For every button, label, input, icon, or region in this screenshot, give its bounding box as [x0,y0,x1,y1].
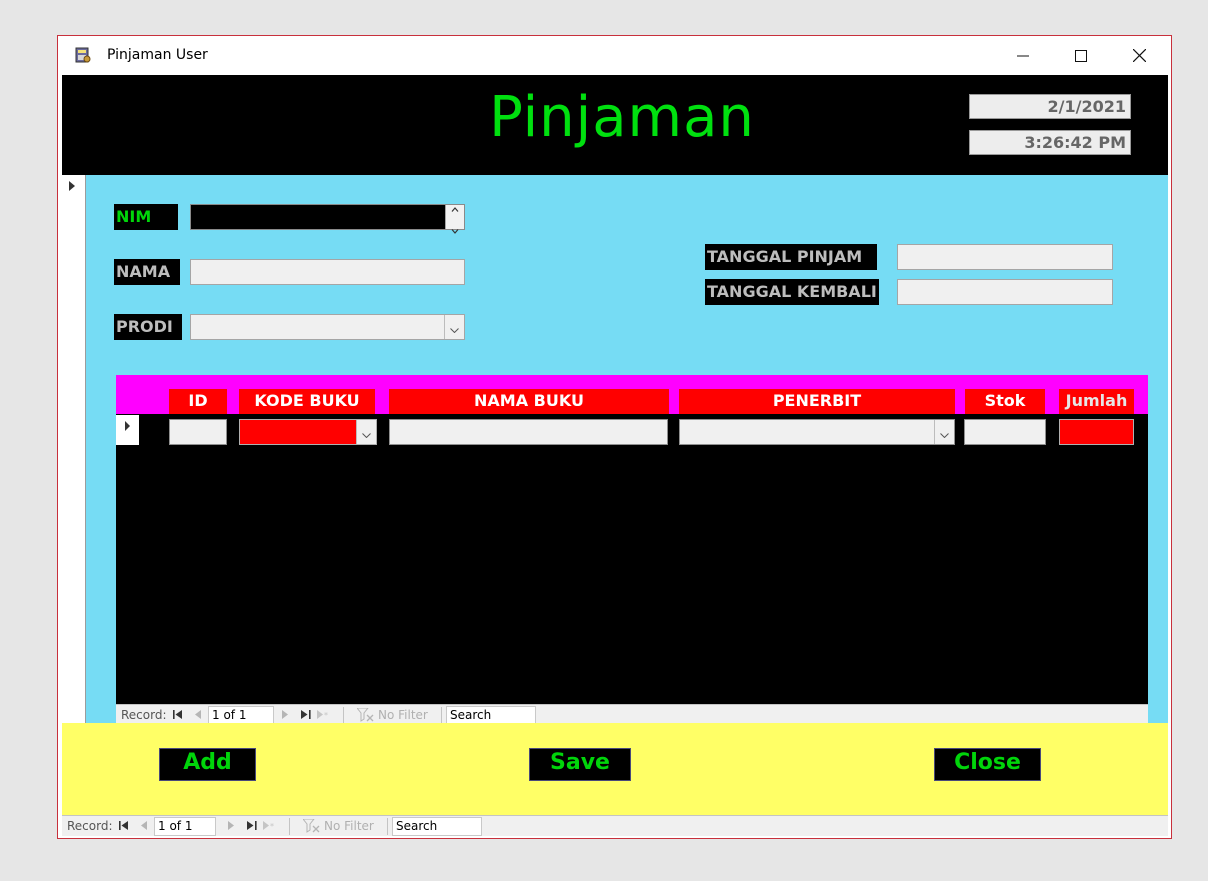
tanggal-kembali-field[interactable] [897,279,1113,305]
date-display: 2/1/2021 [969,94,1131,119]
stok-cell[interactable] [964,419,1046,445]
previous-record-button[interactable] [141,819,147,833]
record-label: Record: [67,819,113,833]
col-header-penerbit: PENERBIT [679,389,955,414]
current-record-icon [69,181,75,191]
id-cell[interactable] [169,419,227,445]
subform-record-selector[interactable] [116,415,139,445]
col-header-stok: Stok [965,389,1045,414]
record-selector[interactable] [62,175,86,723]
tanggal-kembali-label: TANGGAL KEMBALI [705,279,879,305]
time-display: 3:26:42 PM [969,130,1131,155]
detail-subform: ID KODE BUKU NAMA BUKU PENERBIT Stok Jum… [116,375,1148,725]
penerbit-dropdown-button[interactable] [934,420,954,444]
next-record-button[interactable] [228,819,234,833]
prodi-select[interactable] [190,314,465,340]
nim-field[interactable] [190,204,465,234]
nim-spinner[interactable] [445,205,464,234]
svg-text:*: * [324,711,328,719]
filter-icon [301,818,321,836]
first-record-button[interactable] [119,819,129,833]
form-footer: Add Save Close [62,723,1168,815]
chevron-down-icon [450,318,459,337]
tanggal-pinjam-label: TANGGAL PINJAM [705,244,877,270]
col-header-kode-buku: KODE BUKU [239,389,375,414]
nama-label: NAMA [114,259,180,285]
close-icon [1132,49,1146,62]
tanggal-pinjam-field[interactable] [897,244,1113,270]
form-record-navigation: Record: 1 of 1 * No Filter Search [62,815,1168,836]
nama-field[interactable] [190,259,465,285]
close-window-button[interactable] [1110,36,1168,75]
previous-record-button[interactable] [195,708,201,722]
chevron-down-icon [362,423,371,442]
minimize-button[interactable] [994,36,1052,75]
penerbit-select[interactable] [679,419,955,445]
new-record-button[interactable]: * [317,708,331,722]
record-position-input[interactable]: 1 of 1 [154,817,216,836]
no-filter-button[interactable]: No Filter [324,819,374,833]
svg-text:*: * [270,822,274,830]
last-record-button[interactable] [247,819,257,833]
spin-up-icon [451,197,459,216]
maximize-button[interactable] [1052,36,1110,75]
nama-buku-cell[interactable] [389,419,668,445]
no-filter-button[interactable]: No Filter [378,708,428,722]
minimize-icon [1017,50,1029,62]
prodi-label: PRODI [114,314,182,340]
form-header: Pinjaman 2/1/2021 3:26:42 PM [62,75,1168,175]
nim-label: NIM [114,204,178,230]
access-form-icon [74,46,92,64]
record-label: Record: [121,708,167,722]
chevron-down-icon [940,423,949,442]
prodi-dropdown-button[interactable] [444,315,464,339]
subform-header: ID KODE BUKU NAMA BUKU PENERBIT Stok Jum… [116,375,1148,414]
col-header-id: ID [169,389,227,414]
title-bar: Pinjaman User [58,36,1171,75]
kode-buku-dropdown-button[interactable] [356,420,376,444]
form-search-input[interactable]: Search [392,817,482,836]
add-button[interactable]: Add [159,748,256,781]
col-header-jumlah: Jumlah [1059,389,1134,414]
form-window: Pinjaman User Pinjaman 2/1/2021 3:26:42 … [57,35,1172,839]
next-record-button[interactable] [282,708,288,722]
kode-buku-select[interactable] [239,419,377,445]
last-record-button[interactable] [301,708,311,722]
maximize-icon [1075,49,1087,62]
jumlah-cell[interactable] [1059,419,1134,445]
save-button[interactable]: Save [529,748,631,781]
first-record-button[interactable] [173,708,183,722]
spin-down-icon [451,219,459,238]
new-record-button[interactable]: * [263,819,277,833]
close-button[interactable]: Close [934,748,1041,781]
col-header-nama-buku: NAMA BUKU [389,389,669,414]
window-title: Pinjaman User [107,47,208,63]
current-row-icon [125,421,130,431]
subform-record-navigation: Record: 1 of 1 * No Filter Search [116,704,1148,725]
